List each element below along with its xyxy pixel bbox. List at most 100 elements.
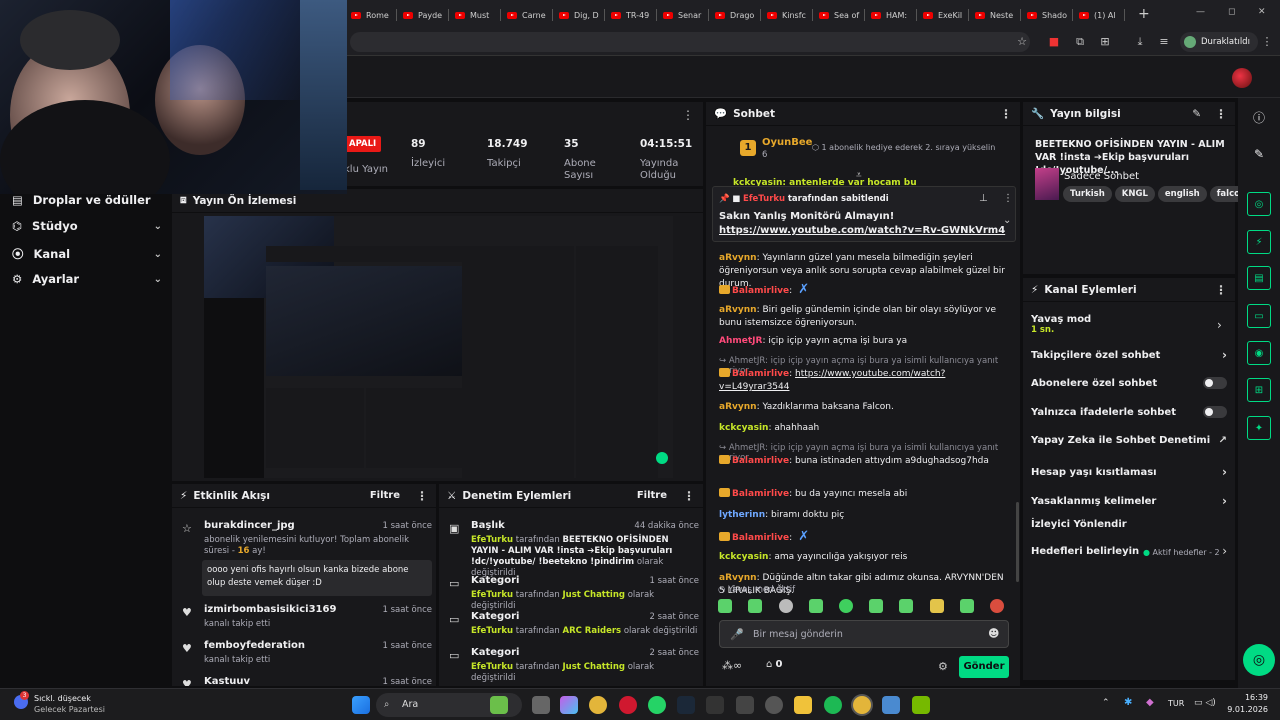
emote-picker-icon[interactable]: ☻	[988, 627, 999, 640]
browser-tab[interactable]: Drago	[711, 4, 761, 26]
media-icon[interactable]	[736, 696, 754, 714]
downloads-icon[interactable]: ⤓	[1132, 34, 1148, 50]
microphone-icon[interactable]: 🎤	[730, 628, 744, 641]
hype-cta[interactable]: ⬡ 1 abonelik hediye ederek 2. sıraya yük…	[812, 143, 997, 152]
info-icon[interactable]: ⓘ	[1247, 106, 1271, 130]
pinned-user[interactable]: EfeTurku	[743, 194, 785, 204]
chevron-down-icon[interactable]: ⌄	[1003, 215, 1011, 226]
mod-actor[interactable]: EfeTurku	[471, 535, 513, 545]
chat-username[interactable]: Balamirlive	[732, 369, 789, 379]
chat-icon[interactable]: ▭	[1247, 304, 1271, 328]
hype-user[interactable]: OyunBee	[762, 137, 812, 148]
browser-tab[interactable]: Rome	[347, 4, 397, 26]
slow-mode-row[interactable]: Yavaş mod 1 sn.	[1031, 314, 1227, 340]
emote-icon[interactable]	[930, 599, 944, 613]
unpin-icon[interactable]: ⊥	[979, 193, 988, 204]
start-icon[interactable]	[352, 696, 370, 714]
chat-username[interactable]: Balamirlive	[732, 533, 789, 543]
lightning-icon[interactable]: ⚡	[1247, 230, 1271, 254]
info-menu-icon[interactable]: ⋮	[1215, 107, 1227, 121]
tray-chevron-icon[interactable]: ⌃	[1102, 698, 1110, 708]
chrome-icon[interactable]	[589, 696, 607, 714]
epic-games-icon[interactable]	[706, 696, 724, 714]
channel-points-icon[interactable]: ⁂∞	[722, 659, 742, 672]
activity-menu-icon[interactable]: ⋮	[416, 489, 428, 503]
sidebar-item-channel[interactable]: ⦿ Kanal ⌄	[12, 246, 162, 262]
viewer-redirect-row[interactable]: İzleyici Yönlendir	[1031, 519, 1227, 530]
whatsapp-icon[interactable]	[648, 696, 666, 714]
clip-icon[interactable]: ◎	[1247, 192, 1271, 216]
layout-icon[interactable]: ⊞	[1247, 378, 1271, 402]
chat-menu-icon[interactable]: ⋮	[1000, 107, 1012, 121]
browser-tab[interactable]: Neste	[971, 4, 1021, 26]
chat-username[interactable]: lytherinn	[719, 510, 765, 520]
send-button[interactable]: Gönder	[959, 656, 1009, 678]
sidebar-item-settings[interactable]: ⚙ Ayarlar ⌄	[12, 272, 162, 286]
weather-title[interactable]: Sıckl. düşecek	[34, 694, 91, 703]
chat-settings-icon[interactable]: ⚙	[938, 660, 948, 673]
broadcast-icon[interactable]: ◉	[1247, 341, 1271, 365]
opera-icon[interactable]	[619, 696, 637, 714]
rewards-icon[interactable]: ⌂ 0	[766, 659, 783, 670]
chat-username[interactable]: Balamirlive	[732, 456, 789, 466]
subs-only-toggle[interactable]	[1203, 377, 1227, 389]
photos-icon[interactable]	[882, 696, 900, 714]
app-icon[interactable]	[490, 696, 508, 714]
browser-tab[interactable]: Must	[451, 4, 501, 26]
new-tab-button[interactable]: +	[1138, 6, 1150, 22]
ai-moderation-row[interactable]: Yapay Zeka ile Sohbet Denetimi ↗	[1031, 435, 1227, 446]
user-avatar[interactable]	[1232, 68, 1252, 88]
age-restriction-row[interactable]: Hesap yaşı kısıtlaması ›	[1031, 465, 1227, 479]
tag-chip[interactable]: KNGL	[1114, 186, 1155, 202]
reading-list-icon[interactable]: ≡	[1156, 34, 1172, 50]
moderation-menu-icon[interactable]: ⋮	[683, 489, 695, 503]
task-view-icon[interactable]	[532, 696, 550, 714]
activity-user[interactable]: femboyfederation	[204, 640, 305, 651]
clock-date[interactable]: 9.01.2026	[1222, 705, 1268, 714]
chat-scrollbar[interactable]	[1016, 502, 1019, 582]
category-name[interactable]: Sadece Sohbet	[1064, 171, 1139, 182]
chat-username[interactable]: kckcyasin	[719, 552, 768, 562]
chat-input[interactable]: 🎤 Bir mesaj gönderin ☻	[719, 620, 1009, 648]
mod-actor[interactable]: EfeTurku	[471, 590, 513, 600]
help-support-icon[interactable]: ◎	[1243, 644, 1275, 676]
browser-tab[interactable]: Shado	[1023, 4, 1073, 26]
mod-actor[interactable]: EfeTurku	[471, 662, 513, 672]
emote-icon[interactable]	[960, 599, 974, 613]
browser-tab[interactable]: (1) Al	[1075, 4, 1125, 26]
network-icon[interactable]: ▭ ◁)	[1194, 698, 1216, 708]
clock-time[interactable]: 16:39	[1232, 693, 1268, 702]
spotify-icon[interactable]	[824, 696, 842, 714]
chat-username[interactable]: aRvynn	[719, 573, 757, 583]
minimize-button[interactable]: —	[1196, 7, 1205, 17]
emote-only-row[interactable]: Yalnızca ifadelerle sohbet	[1031, 406, 1227, 418]
browser-menu-icon[interactable]: ⋮	[1259, 34, 1275, 50]
nvidia-icon[interactable]	[912, 696, 930, 714]
maximize-button[interactable]: ◻	[1228, 7, 1235, 17]
raid-icon[interactable]: ▤	[1247, 266, 1271, 290]
emote-icon[interactable]	[990, 599, 1004, 613]
browser-tab[interactable]: Sea of	[815, 4, 865, 26]
chevron-right-icon[interactable]: ›	[1217, 318, 1222, 332]
stats-menu-icon[interactable]: ⋮	[682, 108, 694, 122]
github-icon[interactable]	[765, 696, 783, 714]
emote-icon[interactable]	[869, 599, 883, 613]
chat-username[interactable]: Balamirlive	[732, 286, 789, 296]
emote-icon[interactable]	[899, 599, 913, 613]
sidebar-item-studio[interactable]: ⌬ Stüdyo ⌄	[12, 219, 162, 233]
language-indicator[interactable]: TUR	[1168, 699, 1184, 708]
tray-app-icon[interactable]: ◆	[1146, 697, 1154, 708]
activity-filter-button[interactable]: Filtre	[370, 490, 400, 501]
chat-username[interactable]: Balamirlive	[732, 489, 789, 499]
browser-tab[interactable]: Dig, D	[555, 4, 605, 26]
bookmark-star-icon[interactable]: ☆	[1014, 34, 1030, 50]
chat-username[interactable]: aRvynn	[719, 253, 757, 263]
moderation-filter-button[interactable]: Filtre	[637, 490, 667, 501]
activity-user[interactable]: burakdincer_jpg	[204, 520, 295, 531]
bluetooth-icon[interactable]: ✱	[1124, 697, 1132, 708]
screenshot-icon[interactable]: ⧉	[1072, 34, 1088, 50]
browser-tab[interactable]: TR-49	[607, 4, 657, 26]
profile-button[interactable]: Duraklatıldı	[1180, 32, 1258, 52]
browser-tab[interactable]: Payde	[399, 4, 449, 26]
emote-icon[interactable]	[718, 599, 732, 613]
